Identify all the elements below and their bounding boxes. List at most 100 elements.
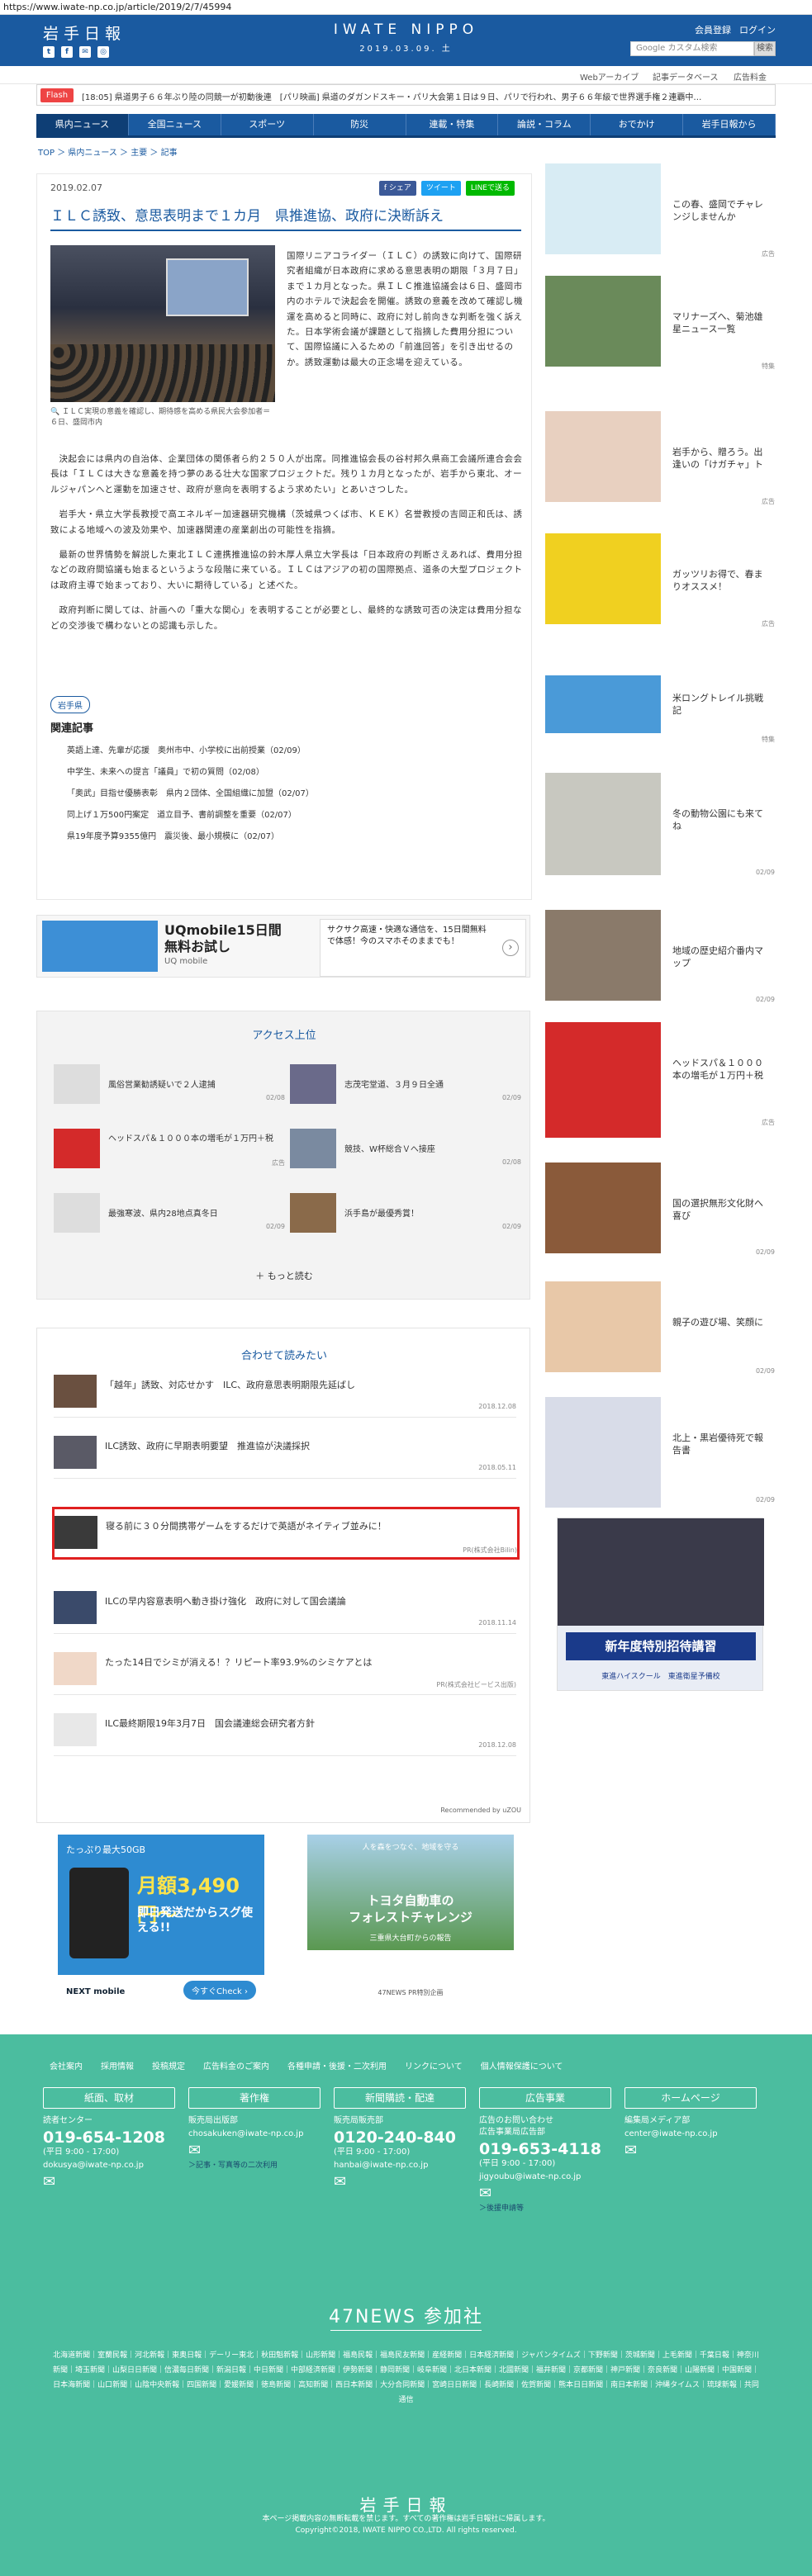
recommend-item-highlighted[interactable]: 寝る前に３０分間携帯ゲームをするだけで英語がネイティブ並みに！ PR(株式会社B… [52,1507,520,1560]
recommend-item[interactable]: たった14日でシミが消える！？リピート率93.9%のシミケアとは PR(株式会社… [54,1646,516,1695]
article-photo[interactable] [50,245,275,402]
footer-mail[interactable]: chosakuken@iwate-np.co.jp [188,2129,321,2140]
nav-features[interactable]: 連載・特集 [406,114,499,135]
ranking-item[interactable]: ヘッドスパ＆１０００本の増毛が１万円＋税 広告 [54,1129,285,1168]
recommended-by[interactable]: Recommended by uZOU [440,1807,521,1814]
uq-ad-right[interactable]: サクサク高速・快適な通信を、15日間無料で体感！今のスマホそのままでも！ › [320,919,526,977]
nav-outing[interactable]: おでかけ [591,114,684,135]
nav-columns[interactable]: 論説・コラム [498,114,591,135]
footer-link[interactable]: 会社案内 [50,2059,83,2072]
footer-link[interactable]: 投稿規定 [152,2059,185,2072]
phone-number[interactable]: 019-653-4118 [479,2140,611,2158]
47news-papers[interactable]: 北海道新聞｜室蘭民報｜河北新報｜東奥日報｜デーリー東北｜秋田魁新報｜山形新聞｜福… [50,2348,762,2408]
ranking-item[interactable]: 競技、W杯総合Ｖへ接座 02/08 [290,1129,521,1168]
footer-link[interactable]: 各種申請・後援・二次利用 [287,2059,387,2072]
flash-text[interactable]: [18:05] 県道男子６６年ぶり陸の同競一が初動後連 [パリ映画] 県道のダガ… [82,90,767,102]
ranking-thumb [54,1064,100,1104]
phone-number[interactable]: 019-654-1208 [43,2129,175,2147]
sidebar-item[interactable]: 米ロングトレイル挑戦記 特集 [545,675,776,784]
register-link[interactable]: 会員登録 [695,23,731,36]
related-link[interactable]: 中学生、未来への提言「議員」で初の質問（02/08） [67,762,314,784]
recommend-item[interactable]: ILCの早内容意表明へ動き掛け強化 政府に対して国会議論 2018.11.14 [54,1584,516,1634]
subnav-archive[interactable]: Webアーカイブ [580,70,639,83]
breadcrumb[interactable]: TOP ＞ 県内ニュース ＞ 主要 ＞ 記事 [38,145,178,158]
subnav-database[interactable]: 記事データベース [653,70,719,83]
sidebar-item[interactable]: 岩手から、贈ろう。出逢いの「けガチャ」ト 広告 [545,411,776,520]
mail-icon[interactable]: ✉ [188,2142,321,2159]
facebook-share-button[interactable]: f シェア [378,181,416,196]
uq-ad-banner[interactable]: UQmobile15日間 無料お試し UQ mobile サクサク高速・快適な通… [36,915,530,978]
line-share-button[interactable]: LINEで送る [465,181,515,196]
sidebar-item[interactable]: 親子の遊び場、笑顔に 02/09 [545,1281,776,1390]
sidebar-title: 北上・黒岩優待死で報告書 [672,1432,763,1456]
nextmobile-ad[interactable]: たっぷり最大50GB 月額3,490円〜 即日発送だからスグ使える!! NEXT… [58,1835,264,2005]
footer-column-text: 編集局メディア部 [624,2116,691,2125]
sidebar-item[interactable]: マリナーズへ、菊池雄星ニュース一覧 特集 [545,276,776,385]
recommend-title: 「越年」誘致、対応せかす ILC、政府意思表明期限先延ばし [105,1380,356,1390]
recommend-item[interactable]: ILC誘致、政府に早期表明要望 推進協が決議採択 2018.05.11 [54,1429,516,1479]
recommend-item[interactable]: 「越年」誘致、対応せかす ILC、政府意思表明期限先延ばし 2018.12.08 [54,1368,516,1418]
toshin-ad[interactable]: 新年度特別招待講習 東進ハイスクール 東進衛星予備校 [557,1518,764,1691]
recommend-item[interactable]: ILC最終期限19年3月7日 国会議連総会研究者方針 2018.12.08 [54,1707,516,1756]
toyota-forest-ad[interactable]: 人を森をつなぐ、地域を守る トヨタ自動車の フォレストチャレンジ 三重県大台町か… [307,1835,514,2005]
tag-iwate[interactable]: 岩手県 [50,696,90,713]
related-link[interactable]: 英語上達、先輩が応援 奥州市中、小学校に出前授業（02/09） [67,741,314,762]
footer-column: ホームページ 編集局メディア部 center@iwate-np.co.jp ✉ [624,2087,757,2159]
sidebar-item[interactable]: ガッツリお得で、春まりオススメ！ 広告 [545,533,776,642]
nav-from-nippo[interactable]: 岩手日報から [683,114,776,135]
ranking-item[interactable]: 風俗営業勧誘疑いで２人逮捕 02/08 [54,1064,285,1104]
check-button[interactable]: 今すぐCheck › [183,1981,256,2000]
nav-national-news[interactable]: 全国ニュース [129,114,221,135]
footer-mail[interactable]: jigyoubu@iwate-np.co.jp [479,2171,611,2183]
footer-mail[interactable]: hanbai@iwate-np.co.jp [334,2160,466,2171]
sidebar-item[interactable]: 北上・黒岩優待死で報告書 02/09 [545,1397,776,1508]
related-link[interactable]: 「奥武」目指せ優勝表彰 県内２団体、全国組織に加盟（02/07） [67,784,314,805]
footer-mail[interactable]: center@iwate-np.co.jp [624,2129,757,2140]
nav-sports[interactable]: スポーツ [221,114,314,135]
footer-link[interactable]: ＞後援申請等 [479,2202,611,2213]
more-button[interactable]: ＋ もっと読む [37,1269,531,1282]
ranking-item[interactable]: 最強寒波、県内28地点真冬日 02/09 [54,1193,285,1233]
nav-local-news[interactable]: 県内ニュース [36,114,129,135]
mail-icon[interactable]: ✉ [624,2142,757,2159]
nav-disaster[interactable]: 防災 [314,114,406,135]
sidebar-item[interactable]: 国の選択無形文化財へ喜び 02/09 [545,1163,776,1271]
footer-logo[interactable]: 岩手日報 [0,2492,812,2516]
ranking-item[interactable]: 志茂宅堂道、３月９日全通 02/09 [290,1064,521,1104]
flash-news[interactable]: Flash [18:05] 県道男子６６年ぶり陸の同競一が初動後連 [パリ映画]… [36,84,776,106]
sidebar-item[interactable]: 地域の歴史紹介番内マップ 02/09 [545,910,776,1019]
login-link[interactable]: ログイン [739,23,776,36]
mail-icon[interactable]: ✉ [43,2173,175,2190]
footer-column-head: ホームページ [624,2087,757,2109]
phone-number[interactable]: 0120-240-840 [334,2129,466,2147]
related-link[interactable]: 同上げ１万500円案定 道立目予、書前調整を重要（02/07） [67,805,314,826]
sidebar-item[interactable]: ヘッドスパ＆１０００本の増毛が１万円＋税 広告 [545,1022,776,1138]
search-button[interactable]: 検索 [754,41,776,56]
mail-icon[interactable]: ✉ [334,2173,466,2190]
search-input[interactable]: Google カスタム検索 [630,41,754,56]
sidebar-thumb [545,910,661,1001]
sidebar-item[interactable]: この春、盛岡でチャレンジしませんか 広告 [545,163,776,272]
tweet-button[interactable]: ツイート [420,181,461,196]
url-bar[interactable]: https://www.iwate-np.co.jp/article/2019/… [0,0,812,15]
footer-mail[interactable]: dokusya@iwate-np.co.jp [43,2160,175,2171]
mail-icon[interactable]: ✉ [479,2185,611,2202]
related-link[interactable]: 県19年度予算9355億円 震災後、最小規模に（02/07） [67,826,314,848]
footer-column-head: 新聞購読・配達 [334,2087,466,2109]
center-logo[interactable]: IWATE NIPPO [0,21,812,38]
chevron-right-icon[interactable]: › [502,940,519,956]
footer-link[interactable]: ＞記事・写真等の二次利用 [188,2159,321,2170]
sidebar-item[interactable]: 冬の動物公園にも来てね 02/09 [545,773,776,882]
footer-link[interactable]: 広告料金のご案内 [203,2059,269,2072]
subnav-adrates[interactable]: 広告料金 [734,70,767,83]
footer-column-text: 広告のお問い合わせ 広告事業局広告部 [479,2116,553,2137]
footer-link[interactable]: リンクについて [405,2059,463,2072]
footer-column: 紙面、取材 読者センター 019-654-1208 (平日 9:00 - 17:… [43,2087,175,2190]
footer-link[interactable]: 採用情報 [101,2059,134,2072]
recommend-sponsor: PR(株式会社ビービス出版) [436,1681,516,1688]
zoom-icon[interactable]: 🔍 [50,408,59,416]
footer-link[interactable]: 個人情報保護について [481,2059,563,2072]
article: 2019.02.07 f シェア ツイート LINEで送る ＩＬＣ誘致、意思表明… [36,173,532,900]
ranking-item[interactable]: 浜手島が最優秀賞！ 02/09 [290,1193,521,1233]
ranking-title: 競技、W杯総合Ｖへ接座 [344,1145,435,1154]
